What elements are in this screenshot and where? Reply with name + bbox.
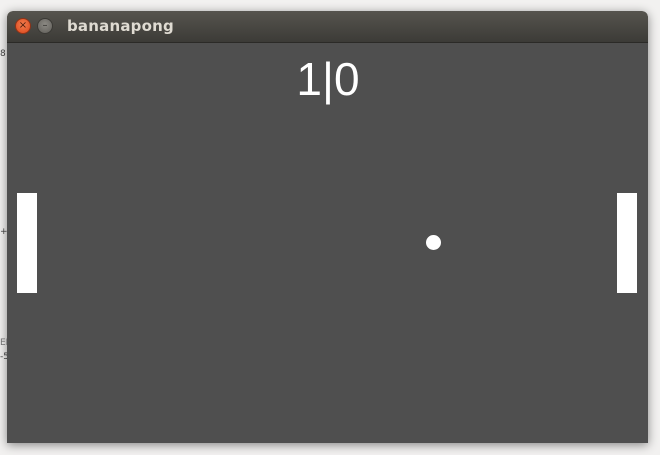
app-window: × – bananapong 1|0 [7,11,648,443]
close-button[interactable]: × [15,18,31,34]
left-paddle [17,193,37,293]
ball [426,235,441,250]
minimize-icon: – [42,20,48,31]
background-text-fragment: 8 [0,49,6,59]
game-field[interactable]: 1|0 [7,43,648,443]
score-right: 0 [333,53,360,105]
score-left: 1 [296,53,322,105]
minimize-button[interactable]: – [37,18,53,34]
right-paddle [617,193,637,293]
close-icon: × [18,20,28,31]
score-separator: | [322,53,334,105]
title-bar[interactable]: × – bananapong [7,11,648,43]
scoreboard: 1|0 [7,53,648,105]
window-title: bananapong [67,17,174,35]
